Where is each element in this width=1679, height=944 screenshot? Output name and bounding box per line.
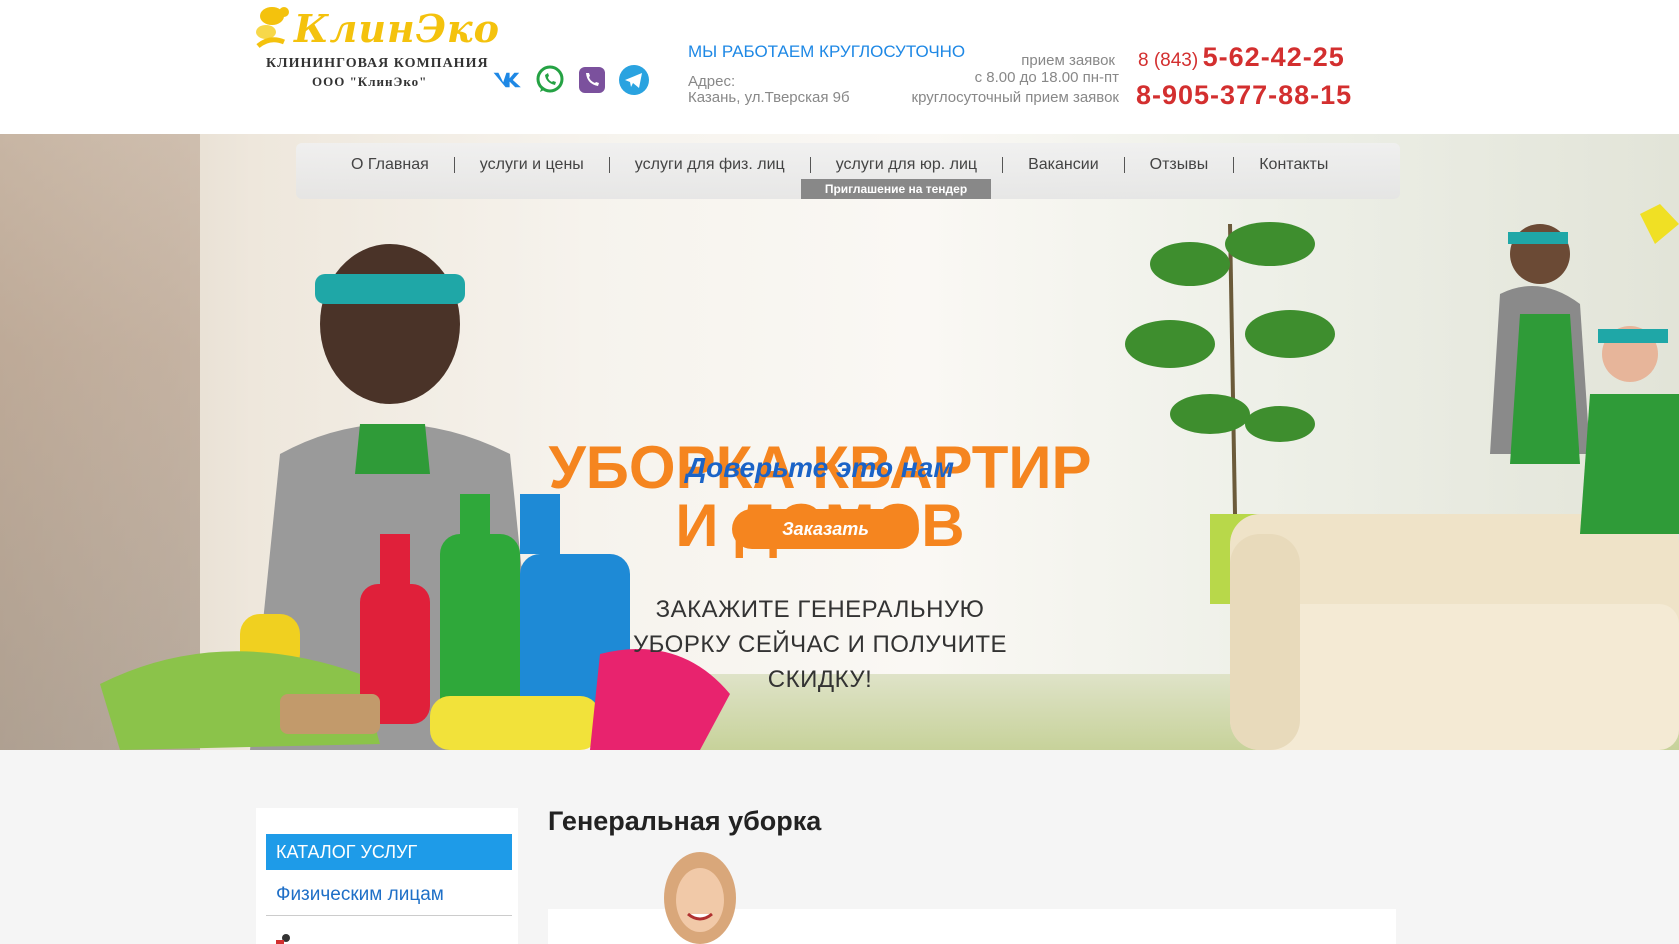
logo-title: КлинЭко [294, 6, 500, 51]
hero-subtitle: Доверьте это нам [685, 452, 955, 483]
catalog-item-icon [276, 934, 290, 944]
requests-hours: с 8.00 до 18.00 пн-пт [974, 69, 1119, 86]
nav-item-contacts[interactable]: Контакты [1234, 157, 1353, 173]
cleaner-right-image [1490, 204, 1679, 534]
working-hours-title: МЫ РАБОТАЕМ КРУГЛОСУТОЧНО [688, 42, 966, 61]
nav-item-individuals[interactable]: услуги для физ. лиц [610, 157, 811, 173]
hero-promo-line1: ЗАКАЖИТЕ ГЕНЕРАЛЬНУЮ [655, 596, 985, 623]
site-header: КлинЭко КЛИНИНГОВАЯ КОМПАНИЯ ООО "КлинЭк… [0, 0, 1679, 134]
nav-item-vacancies[interactable]: Вакансии [1003, 157, 1125, 173]
logo-legal-name: ООО "КлинЭко" [312, 74, 428, 89]
phone-primary[interactable]: 8 (843) 5-62-42-25 [1138, 42, 1345, 73]
vk-icon[interactable] [492, 64, 524, 96]
hero-promo-line3: СКИДКУ! [767, 666, 873, 693]
address-value: Казань, ул.Тверская 9б [688, 89, 850, 106]
hero-promo-line2: УБОРКУ СЕЙЧАС И ПОЛУЧИТЕ [632, 631, 1008, 658]
requests-24h: круглосуточный прием заявок [911, 89, 1120, 106]
whatsapp-icon[interactable] [534, 64, 566, 96]
viber-icon[interactable] [576, 64, 608, 96]
phone-primary-code: 8 (843) [1138, 50, 1199, 71]
nav-item-home[interactable]: О Главная [326, 157, 455, 173]
hero-promo: ЗАКАЖИТЕ ГЕНЕРАЛЬНУЮ УБОРКУ СЕЙЧАС И ПОЛ… [620, 592, 1020, 697]
catalog-title: КАТАЛОГ УСЛУГ [266, 834, 512, 870]
logo-tagline: КЛИНИНГОВАЯ КОМПАНИЯ [266, 56, 489, 71]
address-label: Адрес: [688, 73, 736, 90]
phone-secondary[interactable]: 8-905-377-88-15 [1136, 80, 1352, 111]
requests-label: прием заявок [1021, 52, 1115, 69]
phone-primary-number: 5-62-42-25 [1202, 42, 1345, 72]
nav-subitem-tender[interactable]: Приглашение на тендер [801, 179, 991, 199]
nav-item-reviews[interactable]: Отзывы [1125, 157, 1235, 173]
order-button[interactable]: Заказать [732, 509, 919, 549]
catalog-item-individuals[interactable]: Физическим лицам [266, 880, 512, 916]
social-links [492, 64, 650, 96]
telegram-icon[interactable] [618, 64, 650, 96]
nav-item-companies[interactable]: услуги для юр. лиц [811, 157, 1004, 173]
logo[interactable]: КлинЭко КЛИНИНГОВАЯ КОМПАНИЯ ООО "КлинЭк… [250, 2, 499, 92]
sidebar: КАТАЛОГ УСЛУГ Физическим лицам [256, 808, 518, 944]
page-title: Генеральная уборка [548, 806, 822, 836]
nav-item-services-prices[interactable]: услуги и цены [455, 157, 610, 173]
woman-portrait-image [664, 852, 736, 944]
